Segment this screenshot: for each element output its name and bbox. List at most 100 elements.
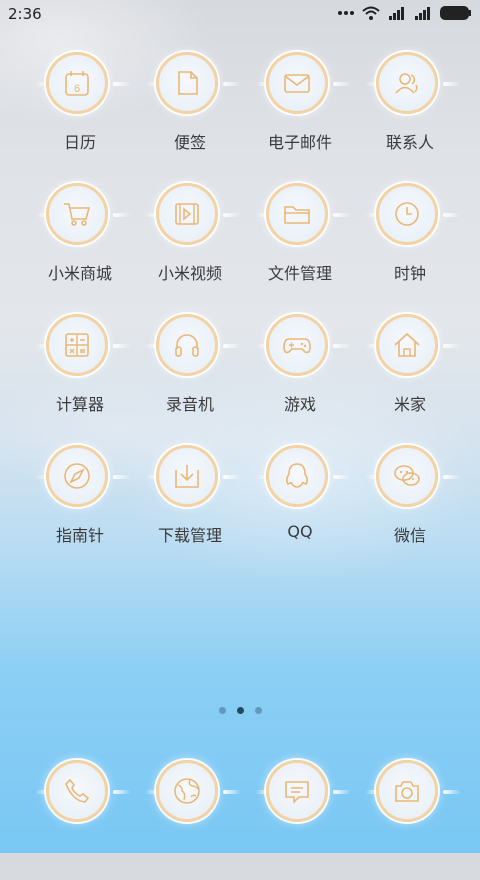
- video-icon: [175, 203, 199, 225]
- wing-decoration: [333, 213, 351, 217]
- app-label: 日历: [63, 133, 96, 152]
- app-label: 游戏: [283, 395, 316, 414]
- app-icon-frame: [156, 314, 218, 376]
- wechat-icon: [394, 465, 420, 486]
- app-video[interactable]: 小米视频: [135, 183, 245, 303]
- page-dot[interactable]: [254, 707, 262, 714]
- wing-decoration: [443, 475, 461, 479]
- wing-decoration: [223, 790, 241, 794]
- wing-decoration: [333, 475, 351, 479]
- battery-icon: [440, 6, 471, 20]
- app-label: 便签: [173, 133, 206, 152]
- app-contacts[interactable]: 联系人: [355, 52, 465, 172]
- camera-icon: [395, 781, 419, 802]
- app-icon-frame: [376, 445, 438, 507]
- calendar-icon: 6: [65, 71, 89, 96]
- app-message[interactable]: [245, 760, 355, 880]
- app-label: QQ: [287, 522, 313, 541]
- cart-icon: [64, 203, 91, 226]
- app-icon-frame: [266, 52, 328, 114]
- wing-decoration: [333, 82, 351, 86]
- headphones-icon: [175, 334, 199, 357]
- wing-decoration: [113, 475, 131, 479]
- wing-decoration: [223, 213, 241, 217]
- dock: [0, 720, 480, 853]
- mail-icon: [284, 74, 310, 93]
- app-icon-frame: [266, 183, 328, 245]
- calculator-icon: [65, 333, 89, 357]
- wing-decoration: [443, 213, 461, 217]
- app-icon-frame: [376, 314, 438, 376]
- app-download[interactable]: 下载管理: [135, 445, 245, 565]
- app-label: 小米视频: [157, 264, 222, 283]
- app-label: 指南针: [55, 526, 104, 545]
- app-icon-frame: [156, 760, 218, 822]
- app-icon-frame: [376, 52, 438, 114]
- app-icon-frame: [266, 314, 328, 376]
- app-qq[interactable]: QQ: [245, 445, 355, 565]
- signal-icon: [389, 6, 404, 20]
- page-indicator: [0, 707, 480, 714]
- app-folder[interactable]: 文件管理: [245, 183, 355, 303]
- gamepad-icon: [283, 338, 311, 354]
- svg-text:6: 6: [74, 83, 80, 95]
- app-label: 文件管理: [267, 264, 332, 283]
- app-label: 小米商城: [47, 264, 112, 283]
- clock-icon: [395, 202, 419, 226]
- folder-icon: [284, 206, 310, 224]
- app-icon-frame: [156, 52, 218, 114]
- wing-decoration: [443, 790, 461, 794]
- app-label: 录音机: [165, 395, 214, 414]
- app-icon-frame: [46, 445, 108, 507]
- wing-decoration: [443, 344, 461, 348]
- app-icon-frame: [266, 445, 328, 507]
- app-clock[interactable]: 时钟: [355, 183, 465, 303]
- wing-decoration: [113, 82, 131, 86]
- download-icon: [175, 465, 199, 488]
- app-icon-frame: 6: [46, 52, 108, 114]
- app-icon-frame: [266, 760, 328, 822]
- app-label: 时钟: [393, 264, 426, 283]
- home-icon: [394, 332, 420, 357]
- qq-icon: [285, 463, 309, 488]
- page-dot[interactable]: [236, 707, 244, 714]
- app-camera[interactable]: [355, 760, 465, 880]
- app-icon-frame: [46, 760, 108, 822]
- status-bar: 2:36: [0, 0, 480, 28]
- app-icon-frame: [156, 183, 218, 245]
- app-label: 计算器: [55, 395, 104, 414]
- app-icon-frame: [376, 183, 438, 245]
- app-note[interactable]: 便签: [135, 52, 245, 172]
- app-browser[interactable]: [135, 760, 245, 880]
- wing-decoration: [333, 344, 351, 348]
- note-icon: [178, 71, 198, 95]
- app-calculator[interactable]: 计算器: [25, 314, 135, 434]
- signal-icon: [415, 6, 430, 20]
- browser-icon: [174, 778, 200, 804]
- app-label: 电子邮件: [267, 133, 332, 152]
- app-label: 微信: [393, 526, 426, 545]
- app-icon-frame: [46, 314, 108, 376]
- status-time: 2:36: [8, 5, 42, 23]
- status-icons: [338, 6, 472, 20]
- message-icon: [285, 781, 309, 804]
- app-phone[interactable]: [25, 760, 135, 880]
- app-icon-frame: [156, 445, 218, 507]
- app-icon-frame: [46, 183, 108, 245]
- app-wechat[interactable]: 微信: [355, 445, 465, 565]
- app-label: 联系人: [385, 133, 434, 152]
- app-mail[interactable]: 电子邮件: [245, 52, 355, 172]
- app-label: 米家: [393, 395, 426, 414]
- contacts-icon: [395, 73, 418, 94]
- wing-decoration: [113, 344, 131, 348]
- wing-decoration: [223, 82, 241, 86]
- page-dot[interactable]: [218, 707, 226, 714]
- app-headphones[interactable]: 录音机: [135, 314, 245, 434]
- app-home[interactable]: 米家: [355, 314, 465, 434]
- app-gamepad[interactable]: 游戏: [245, 314, 355, 434]
- app-cart[interactable]: 小米商城: [25, 183, 135, 303]
- wing-decoration: [223, 344, 241, 348]
- app-calendar[interactable]: 6 日历: [25, 52, 135, 172]
- app-compass[interactable]: 指南针: [25, 445, 135, 565]
- more-dots-icon: [338, 11, 354, 15]
